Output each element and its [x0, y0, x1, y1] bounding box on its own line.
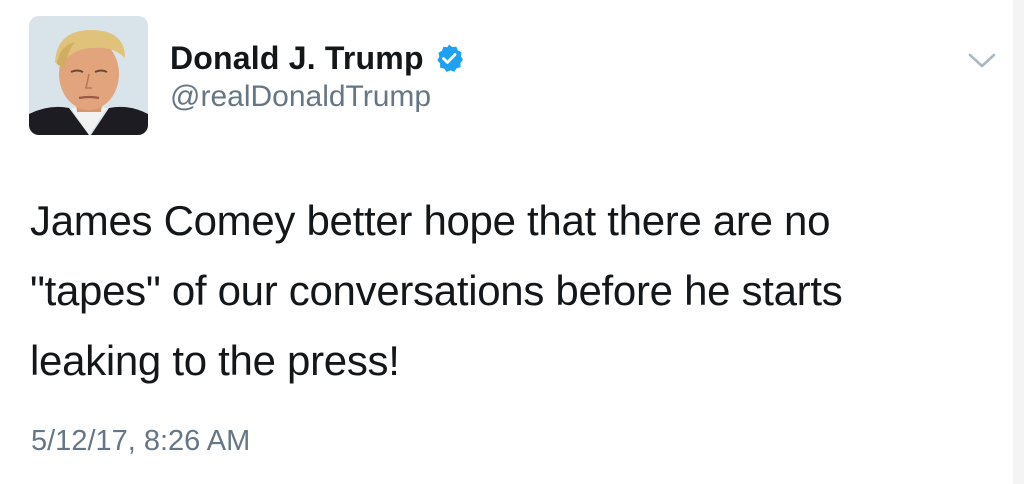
display-name[interactable]: Donald J. Trump — [170, 40, 424, 77]
avatar-portrait — [29, 16, 148, 135]
tweet-card: Donald J. Trump @realDonaldTrump James C… — [0, 0, 1024, 484]
verified-badge-icon — [434, 43, 464, 73]
scrollbar[interactable] — [1013, 0, 1024, 484]
tweet-text: James Comey better hope that there are n… — [30, 197, 843, 384]
author-name-row: Donald J. Trump — [170, 38, 464, 78]
handle[interactable]: @realDonaldTrump — [170, 80, 431, 114]
timestamp[interactable]: 5/12/17, 8:26 AM — [31, 425, 250, 458]
chevron-down-icon[interactable] — [966, 48, 998, 72]
avatar[interactable] — [29, 16, 148, 135]
